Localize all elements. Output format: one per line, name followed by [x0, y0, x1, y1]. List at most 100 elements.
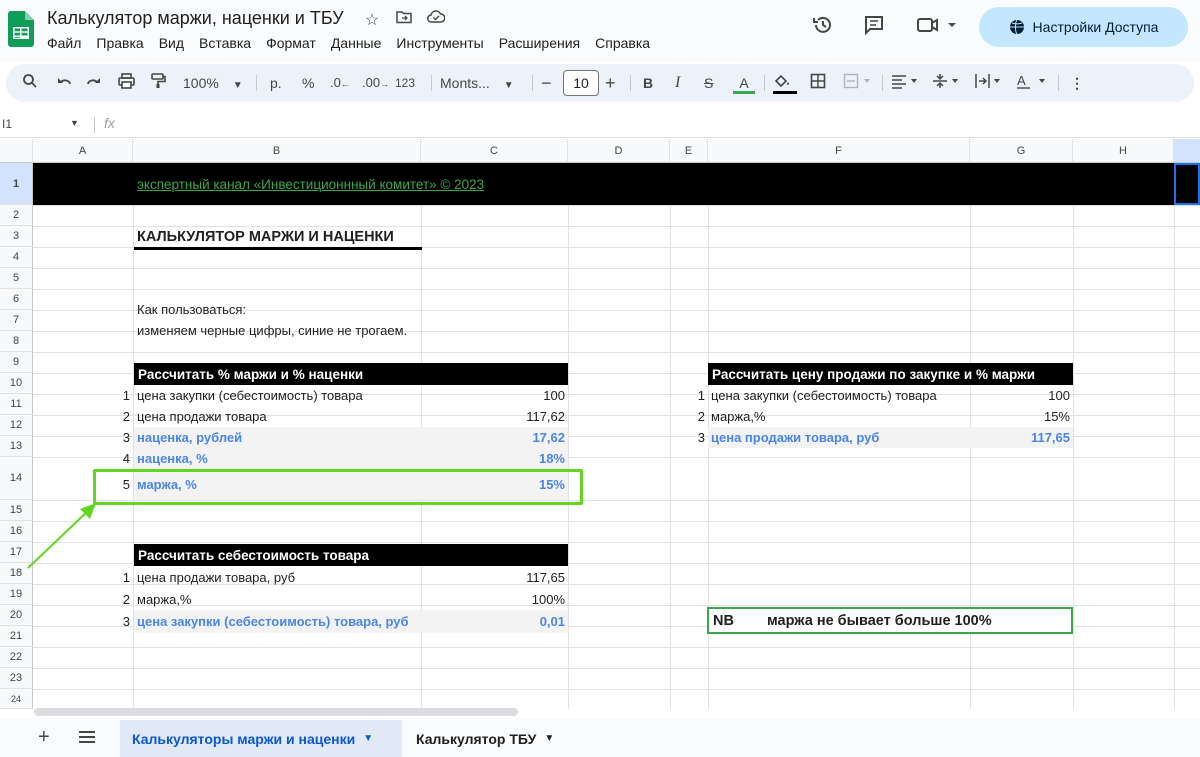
row-header[interactable]: 8: [0, 331, 33, 352]
redo-icon[interactable]: [86, 73, 102, 93]
font-value: Monts...: [440, 75, 490, 91]
sheet-tab-bar: + Калькуляторы маржи и наценки ▼ Калькул…: [0, 718, 1200, 757]
column-header[interactable]: A: [33, 139, 133, 163]
row-header[interactable]: 4: [0, 247, 33, 268]
column-header[interactable]: H: [1073, 139, 1174, 163]
history-icon[interactable]: [809, 14, 837, 42]
row-header[interactable]: 19: [0, 584, 33, 605]
all-sheets-icon[interactable]: [78, 730, 96, 749]
italic-icon[interactable]: I: [675, 73, 680, 93]
menu-extensions[interactable]: Расширения: [499, 35, 580, 51]
row-header[interactable]: 5: [0, 268, 33, 289]
vertical-align-icon[interactable]: [932, 73, 962, 93]
name-box[interactable]: I1: [2, 117, 12, 131]
select-all-corner[interactable]: [0, 139, 33, 163]
column-header[interactable]: F: [708, 139, 970, 163]
sheet-tab-active[interactable]: Калькуляторы маржи и наценки ▼: [120, 720, 402, 757]
menu-edit[interactable]: Правка: [96, 35, 143, 51]
menu-bar: Файл Правка Вид Вставка Формат Данные Инструме…: [47, 35, 665, 51]
chevron-down-icon[interactable]: ▼: [363, 733, 373, 744]
menu-tools[interactable]: Инструменты: [396, 35, 483, 51]
t3-value-input[interactable]: 100: [970, 385, 1073, 406]
menu-data[interactable]: Данные: [331, 35, 382, 51]
menu-insert[interactable]: Вставка: [199, 35, 251, 51]
comments-icon[interactable]: [860, 14, 888, 42]
formula-input[interactable]: [128, 114, 1188, 136]
row-header[interactable]: 1: [0, 163, 33, 205]
paint-format-icon[interactable]: [150, 73, 166, 93]
row-header[interactable]: 20: [0, 605, 33, 626]
menu-help[interactable]: Справка: [595, 35, 650, 51]
column-header[interactable]: E: [670, 139, 708, 163]
row-header[interactable]: 13: [0, 436, 33, 457]
font-size-decrease-icon[interactable]: −: [541, 73, 552, 93]
column-header[interactable]: C: [421, 139, 568, 163]
formula-divider: [94, 117, 95, 133]
row-header[interactable]: 10: [0, 373, 33, 394]
row-header[interactable]: 7: [0, 310, 33, 331]
share-button[interactable]: Настройки Доступа: [979, 7, 1188, 47]
text-rotation-icon[interactable]: A: [1015, 73, 1049, 93]
font-select[interactable]: Monts... ▼: [440, 73, 514, 93]
more-options-icon[interactable]: ⋮: [1070, 73, 1084, 93]
column-header[interactable]: G: [970, 139, 1073, 163]
menu-file[interactable]: Файл: [47, 35, 81, 51]
row-header[interactable]: 11: [0, 394, 33, 415]
grid-line: [33, 542, 1200, 543]
row-header[interactable]: 24: [0, 689, 33, 709]
menu-format[interactable]: Формат: [266, 35, 316, 51]
undo-icon[interactable]: [56, 73, 72, 93]
borders-icon[interactable]: [810, 73, 826, 93]
banner-link[interactable]: экспертный канал «Инвестиционнный комите…: [134, 163, 487, 205]
row-header[interactable]: 6: [0, 289, 33, 310]
print-icon[interactable]: [118, 73, 135, 93]
column-header-selected[interactable]: [1174, 139, 1200, 163]
strikethrough-icon[interactable]: S: [704, 73, 713, 93]
row-header[interactable]: 9: [0, 352, 33, 373]
menu-view[interactable]: Вид: [159, 35, 184, 51]
move-folder-icon[interactable]: [394, 10, 414, 29]
row-header[interactable]: 2: [0, 205, 33, 226]
more-formats-button[interactable]: 123: [395, 73, 415, 93]
row-header[interactable]: 23: [0, 668, 33, 689]
horizontal-scrollbar[interactable]: [34, 708, 518, 716]
add-sheet-icon[interactable]: +: [38, 726, 50, 749]
document-title[interactable]: Калькулятор маржи, наценки и ТБУ: [47, 8, 344, 29]
row-header[interactable]: 22: [0, 647, 33, 668]
selected-cell-I1[interactable]: [1174, 163, 1200, 205]
text-wrapping-icon[interactable]: [974, 73, 1004, 93]
text-color-icon[interactable]: A: [733, 73, 755, 94]
t2-value-input[interactable]: 117,65: [421, 566, 568, 588]
row-header[interactable]: 12: [0, 415, 33, 436]
increase-decimal-button[interactable]: .00→: [362, 73, 389, 93]
row-header[interactable]: 3: [0, 226, 33, 247]
font-size-input[interactable]: 10: [563, 70, 599, 96]
font-size-increase-icon[interactable]: +: [605, 73, 616, 93]
fill-color-icon[interactable]: [773, 73, 797, 94]
chevron-down-icon[interactable]: ▼: [70, 118, 79, 128]
currency-format-button[interactable]: р.: [270, 73, 282, 93]
search-menus-icon[interactable]: [22, 73, 38, 93]
sheets-logo-icon[interactable]: [8, 11, 34, 47]
t1-value-input[interactable]: 100: [421, 385, 568, 406]
sheet-tab[interactable]: Калькулятор ТБУ ▼: [404, 720, 566, 757]
cloud-status-icon[interactable]: [426, 10, 446, 28]
grid-line: [33, 521, 1200, 522]
column-header[interactable]: B: [133, 139, 421, 163]
star-icon[interactable]: ☆: [362, 10, 382, 30]
meet-icon[interactable]: [914, 14, 960, 42]
zoom-select[interactable]: 100% ▼: [183, 73, 243, 93]
merge-cells-icon[interactable]: [843, 73, 873, 93]
bold-icon[interactable]: B: [643, 73, 653, 93]
t1-value-input[interactable]: 117,62: [421, 406, 568, 427]
row-header[interactable]: 14: [0, 457, 33, 500]
t2-label: цена продажи товара, руб: [137, 569, 296, 585]
percent-format-button[interactable]: %: [302, 73, 314, 93]
chevron-down-icon[interactable]: ▼: [544, 733, 554, 744]
t3-value-input[interactable]: 15%: [970, 406, 1073, 427]
column-header[interactable]: D: [568, 139, 670, 163]
row-header[interactable]: 21: [0, 626, 33, 647]
decrease-decimal-button[interactable]: .0←: [330, 73, 350, 93]
t2-value-input[interactable]: 100%: [421, 588, 568, 610]
horizontal-align-icon[interactable]: [891, 73, 921, 93]
